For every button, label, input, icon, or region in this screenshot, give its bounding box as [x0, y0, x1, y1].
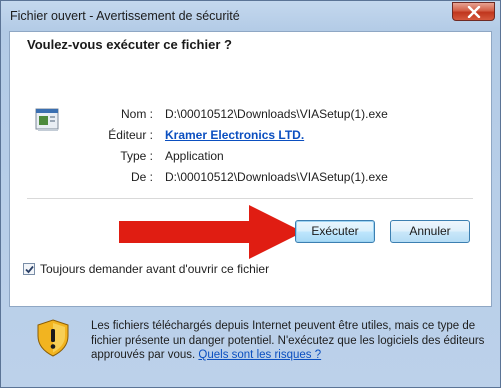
divider — [27, 198, 473, 199]
warning-message: Les fichiers téléchargés depuis Internet… — [91, 319, 491, 363]
shield-warning-icon — [37, 319, 69, 357]
checkmark-icon — [25, 265, 34, 274]
type-label: Type : — [120, 149, 153, 163]
from-value: D:\00010512\Downloads\VIASetup(1).exe — [165, 170, 388, 184]
publisher-label: Éditeur : — [108, 128, 153, 142]
close-icon — [467, 6, 481, 18]
window-title: Fichier ouvert - Avertissement de sécuri… — [10, 9, 240, 23]
close-button[interactable] — [452, 2, 495, 21]
title-bar[interactable]: Fichier ouvert - Avertissement de sécuri… — [1, 1, 500, 31]
publisher-link[interactable]: Kramer Electronics LTD. — [165, 128, 304, 142]
security-warning-dialog: Fichier ouvert - Avertissement de sécuri… — [0, 0, 501, 388]
always-ask-label[interactable]: Toujours demander avant d'ouvrir ce fich… — [40, 262, 269, 276]
run-button[interactable]: Exécuter — [295, 220, 375, 243]
dialog-question: Voulez-vous exécuter ce fichier ? — [27, 37, 232, 52]
name-value: D:\00010512\Downloads\VIASetup(1).exe — [165, 107, 388, 121]
risks-link[interactable]: Quels sont les risques ? — [198, 349, 321, 361]
type-value: Application — [165, 149, 224, 163]
from-label: De : — [130, 170, 153, 184]
name-label: Nom : — [120, 107, 153, 121]
red-arrow-annotation — [119, 205, 303, 259]
application-icon — [35, 108, 59, 131]
always-ask-checkbox[interactable] — [23, 263, 35, 275]
cancel-button[interactable]: Annuler — [390, 220, 470, 243]
